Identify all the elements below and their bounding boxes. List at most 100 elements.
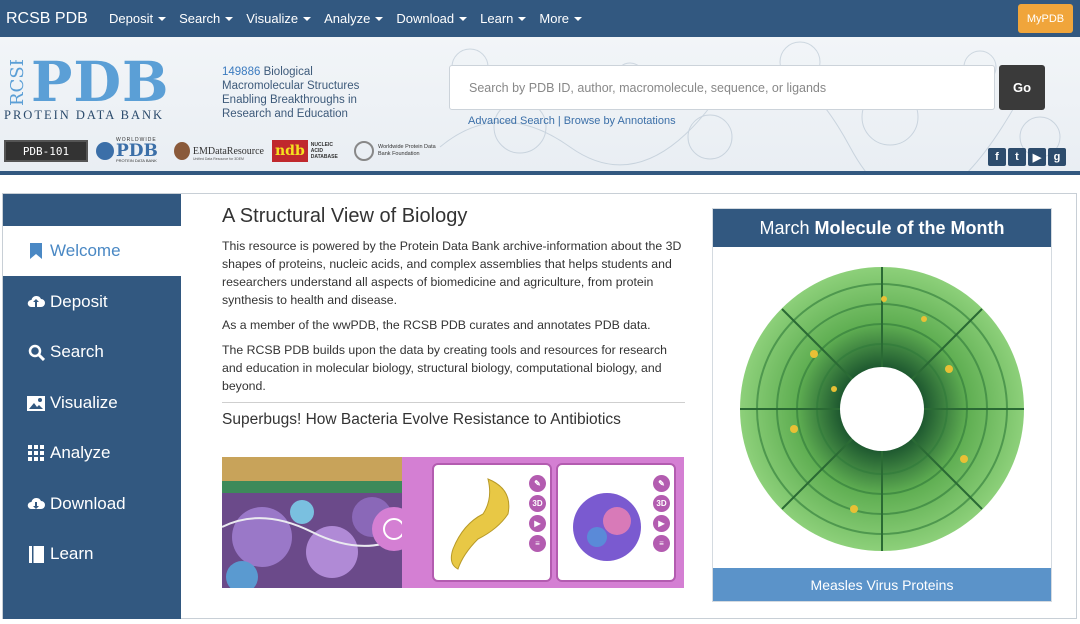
feature-banner[interactable]: ✎ 3D ▶ ≡ ✎ 3D ▶ ≡ — [222, 457, 684, 588]
twitter-icon[interactable]: t — [1008, 148, 1026, 166]
motm-month: March — [759, 217, 810, 238]
nav-more[interactable]: More — [539, 11, 583, 26]
ndb-sub-label: NUCLEIC ACID DATABASE — [310, 142, 338, 160]
search-icon — [27, 343, 45, 361]
facebook-icon[interactable]: f — [988, 148, 1006, 166]
nav-visualize-label: Visualize — [246, 11, 299, 26]
protein-card-1[interactable]: ✎ 3D ▶ ≡ — [432, 463, 552, 582]
sidebar-item-visualize[interactable]: Visualize — [3, 378, 181, 428]
youtube-icon[interactable]: ▶ — [1028, 148, 1046, 166]
caret-down-icon — [158, 16, 167, 21]
sidebar-item-label: Learn — [50, 544, 94, 563]
edit-icon[interactable]: ✎ — [529, 475, 546, 492]
motm-label: Molecule of the Month — [814, 217, 1005, 238]
svg-text:RCSB: RCSB — [7, 60, 28, 106]
molecule-of-the-month[interactable]: March Molecule of the Month Measles Virus… — [712, 208, 1052, 602]
wwpdb-sub-label: PROTEIN DATA BANK — [116, 158, 157, 163]
wwpdb-globe-icon — [96, 142, 114, 160]
top-navbar: RCSB PDB Deposit Search Visualize Analyz… — [0, 0, 1080, 37]
site-tagline: 149886 Biological Macromolecular Structu… — [222, 65, 382, 121]
wwpdb-logo[interactable]: WORLDWIDE PDB PROTEIN DATA BANK — [96, 137, 166, 163]
wwpdb-foundation-logo[interactable]: Worldwide Protein Data Bank Foundation — [354, 140, 450, 162]
nav-more-label: More — [539, 11, 570, 26]
sidebar-item-deposit[interactable]: Deposit — [3, 277, 181, 327]
feature-title[interactable]: Superbugs! How Bacteria Evolve Resistanc… — [222, 411, 685, 429]
caret-down-icon — [225, 16, 234, 21]
sidebar: Welcome Deposit Search Visualize Analyze… — [3, 194, 181, 619]
emdataresource-logo[interactable]: EMDataResource Unified Data Resource for… — [174, 140, 264, 162]
logo-subtitle: PROTEIN DATA BANK — [4, 108, 165, 122]
sidebar-item-label: Analyze — [50, 443, 111, 462]
pdb101-logo[interactable]: PDB-101 — [4, 140, 88, 162]
nav-learn-label: Learn — [480, 11, 514, 26]
wwpdb-top-label: WORLDWIDE — [116, 137, 157, 143]
sidebar-item-learn[interactable]: Learn — [3, 529, 181, 579]
sidebar-item-download[interactable]: Download — [3, 479, 181, 529]
section-divider — [222, 402, 685, 403]
cloud-download-icon — [27, 495, 45, 513]
sidebar-item-search[interactable]: Search — [3, 327, 181, 377]
rcsb-pdb-logo[interactable]: RCSB PDB PROTEIN DATA BANK — [3, 49, 215, 126]
nav-search-label: Search — [179, 11, 221, 26]
pdb101-label: PDB-101 — [22, 144, 70, 158]
caret-down-icon — [459, 16, 468, 21]
search-box — [449, 65, 995, 110]
caret-down-icon — [518, 16, 527, 21]
3d-icon[interactable]: 3D — [653, 495, 670, 512]
nav-visualize[interactable]: Visualize — [246, 11, 312, 26]
nav-download-label: Download — [396, 11, 455, 26]
structure-count[interactable]: 149886 — [222, 66, 260, 78]
sidebar-item-label: Deposit — [50, 292, 108, 311]
emdata-emblem-icon — [174, 142, 190, 160]
brand-link[interactable]: RCSB PDB — [0, 10, 96, 28]
cloud-upload-icon — [27, 293, 45, 311]
sidebar-item-label: Welcome — [50, 241, 121, 260]
bookmark-icon — [27, 242, 45, 260]
ndb-logo[interactable]: ndb NUCLEIC ACID DATABASE — [272, 140, 346, 162]
partner-logos: PDB-101 WORLDWIDE PDB PROTEIN DATA BANK … — [4, 137, 458, 164]
advanced-search-link[interactable]: Advanced Search — [468, 115, 555, 127]
motm-caption[interactable]: Measles Virus Proteins — [713, 568, 1051, 601]
card-icons: ✎ 3D ▶ ≡ — [653, 475, 670, 555]
play-icon[interactable]: ▶ — [529, 515, 546, 532]
edit-icon[interactable]: ✎ — [653, 475, 670, 492]
site-header: RCSB PDB PROTEIN DATA BANK 149886 Biolog… — [0, 37, 1080, 171]
caret-down-icon — [574, 16, 583, 21]
document-icon[interactable]: ≡ — [653, 535, 670, 552]
search-input[interactable] — [450, 66, 994, 109]
nav-search[interactable]: Search — [179, 11, 234, 26]
logo-rcsb-vertical: RCSB — [7, 60, 28, 106]
nav-analyze-label: Analyze — [324, 11, 371, 26]
header-bottom-border — [0, 171, 1080, 175]
social-links: f t ▶ g — [988, 148, 1068, 166]
sidebar-item-welcome[interactable]: Welcome — [3, 226, 181, 276]
nav-learn[interactable]: Learn — [480, 11, 527, 26]
search-go-button[interactable]: Go — [999, 65, 1045, 110]
card-icons: ✎ 3D ▶ ≡ — [529, 475, 546, 555]
wwpdb-paragraph: As a member of the wwPDB, the RCSB PDB c… — [222, 318, 651, 332]
grid-icon — [27, 444, 45, 462]
search-links: Advanced Search | Browse by Annotations — [468, 115, 676, 127]
mypdb-button[interactable]: MyPDB — [1018, 4, 1073, 33]
sidebar-item-label: Download — [50, 494, 126, 513]
ndb-label: ndb — [272, 140, 308, 162]
intro-paragraph: This resource is powered by the Protein … — [222, 239, 682, 307]
tools-paragraph: The RCSB PDB builds upon the data by cre… — [222, 343, 667, 393]
protein-card-2[interactable]: ✎ 3D ▶ ≡ — [556, 463, 676, 582]
nav-download[interactable]: Download — [396, 11, 468, 26]
play-icon[interactable]: ▶ — [653, 515, 670, 532]
page-title: A Structural View of Biology — [222, 205, 468, 227]
document-icon[interactable]: ≡ — [529, 535, 546, 552]
emdata-label: EMDataResource — [192, 145, 264, 157]
book-icon — [27, 545, 45, 563]
logo-pdb-text: PDB — [31, 49, 170, 114]
welcome-content: A Structural View of Biology This resour… — [222, 205, 685, 429]
bacteria-illustration — [222, 457, 402, 588]
sidebar-item-label: Visualize — [50, 393, 118, 412]
nav-analyze[interactable]: Analyze — [324, 11, 384, 26]
sidebar-item-analyze[interactable]: Analyze — [3, 428, 181, 478]
github-icon[interactable]: g — [1048, 148, 1066, 166]
browse-annotations-link[interactable]: Browse by Annotations — [564, 115, 676, 127]
nav-deposit[interactable]: Deposit — [109, 11, 167, 26]
3d-icon[interactable]: 3D — [529, 495, 546, 512]
